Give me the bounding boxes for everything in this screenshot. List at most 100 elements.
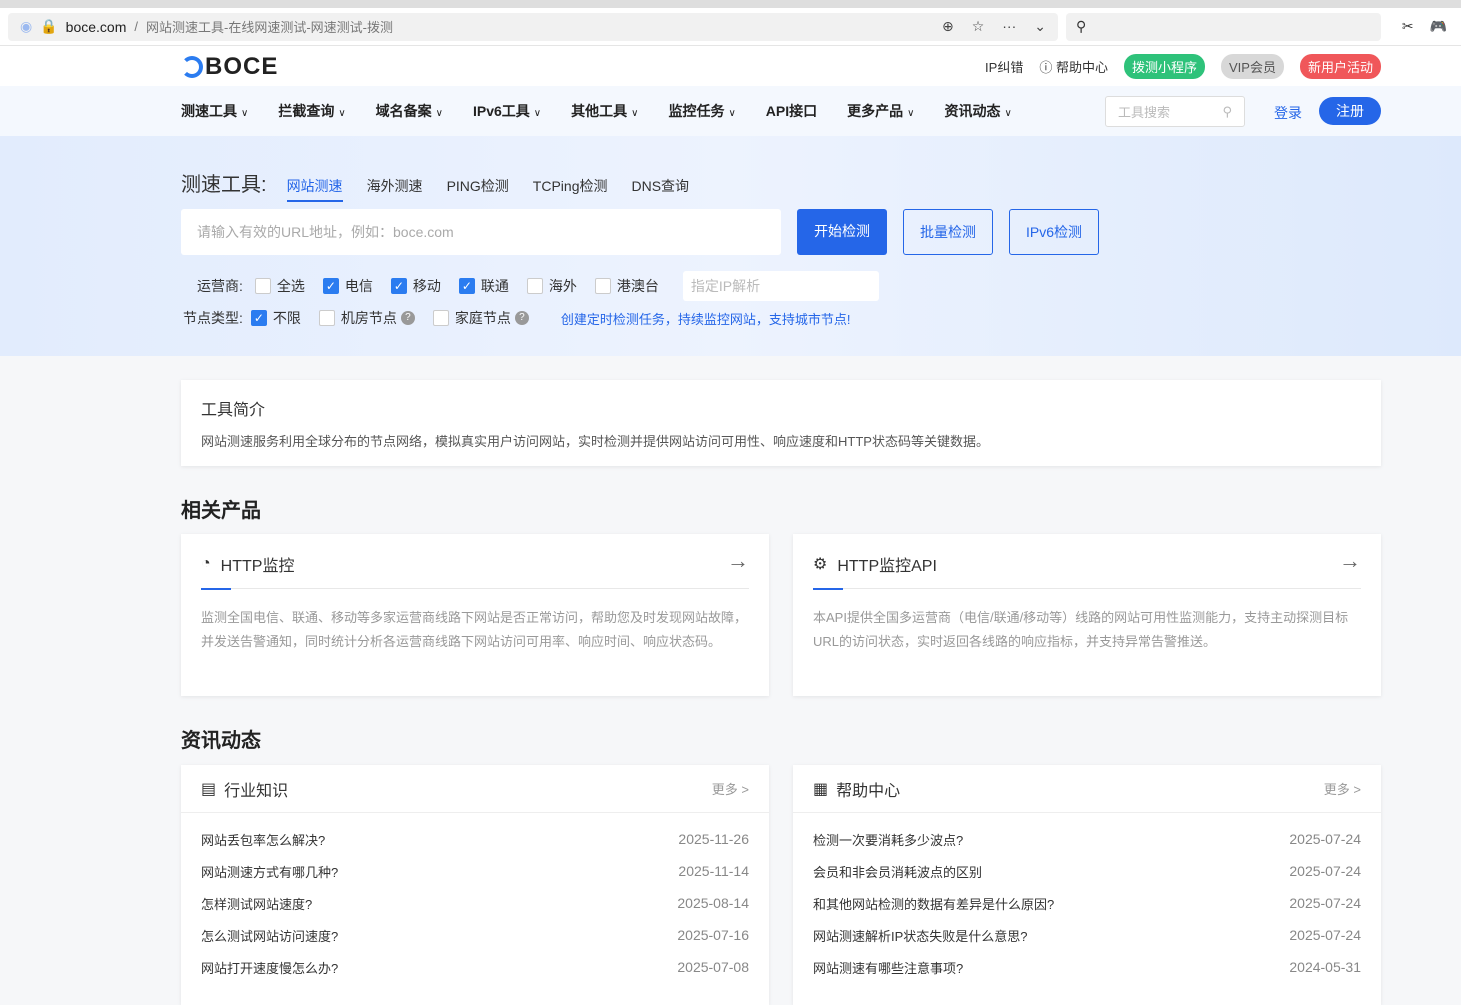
document-icon: ▦: [813, 779, 828, 799]
help-icon[interactable]: ?: [515, 311, 529, 325]
more-icon[interactable]: ···: [1002, 18, 1016, 35]
news-date: 2025-07-16: [677, 927, 749, 943]
nav-speed-tools[interactable]: 测速工具∨: [181, 101, 248, 121]
ip-correction-link[interactable]: IP纠错: [985, 57, 1023, 76]
logo[interactable]: BOCE: [181, 53, 278, 81]
isp-overseas-checkbox[interactable]: 海外: [527, 276, 577, 296]
url-input[interactable]: 请输入有效的URL地址，例如：boce.com: [181, 209, 781, 255]
tab-tcping[interactable]: TCPing检测: [533, 176, 608, 196]
tab-ping[interactable]: PING检测: [447, 176, 509, 196]
address-bar[interactable]: ◉ 🔒 boce.com / 网站测速工具-在线网速测试-网速测试-拨测 ⊕☆·…: [8, 13, 1058, 41]
help-date: 2025-07-24: [1289, 831, 1361, 847]
vip-button[interactable]: VIP会员: [1221, 54, 1284, 79]
main-nav: 测速工具∨ 拦截查询∨ 域名备案∨ IPv6工具∨ 其他工具∨ 监控任务∨ AP…: [0, 86, 1461, 136]
arrow-right-icon[interactable]: →: [1339, 548, 1361, 574]
help-title: 会员和非会员消耗波点的区别: [813, 862, 982, 881]
product-card-http-monitor[interactable]: ◔HTTP监控 → 监测全国电信、联通、移动等多家运营商线路下网站是否正常访问，…: [181, 534, 769, 696]
chevron-down-icon[interactable]: ⌄: [1034, 18, 1046, 35]
ipv6-test-button[interactable]: IPv6检测: [1009, 209, 1099, 255]
scissors-icon[interactable]: ✂: [1402, 18, 1414, 35]
star-icon[interactable]: ☆: [972, 18, 985, 35]
intro-card: 工具简介 网站测速服务利用全球分布的节点网络，模拟真实用户访问网站，实时检测并提…: [181, 380, 1381, 466]
help-title: 网站测速解析IP状态失败是什么意思?: [813, 926, 1028, 945]
new-user-button[interactable]: 新用户活动: [1300, 54, 1381, 79]
nav-label: IPv6工具: [473, 103, 530, 119]
login-link[interactable]: 登录: [1274, 103, 1302, 123]
node-home-checkbox[interactable]: 家庭节点?: [433, 308, 529, 328]
tool-search-placeholder: 工具搜索: [1118, 102, 1170, 121]
news-item[interactable]: 怎么测试网站访问速度? 2025-07-16: [181, 919, 769, 951]
product-desc: 本API提供全国多运营商（电信/联通/移动等）线路的网站可用性监测能力，支持主动…: [813, 606, 1361, 654]
tab-dns[interactable]: DNS查询: [631, 176, 689, 196]
nav-label: 监控任务: [668, 103, 724, 119]
nav-block-query[interactable]: 拦截查询∨: [278, 101, 345, 121]
product-title: HTTP监控: [221, 552, 295, 576]
isp-all-checkbox[interactable]: 全选: [255, 276, 305, 296]
nav-label: 其他工具: [571, 103, 627, 119]
nav-news[interactable]: 资讯动态∨: [944, 101, 1011, 121]
miniapp-button[interactable]: 拨测小程序: [1124, 54, 1205, 79]
address-title: 网站测速工具-在线网速测试-网速测试-拨测: [146, 17, 393, 36]
nav-api[interactable]: API接口: [766, 101, 817, 121]
related-products-heading: 相关产品: [181, 494, 261, 523]
node-any-checkbox[interactable]: ✓不限: [251, 308, 301, 328]
help-item[interactable]: 和其他网站检测的数据有差异是什么原因?2025-07-24: [793, 887, 1381, 919]
search-icon: ⚲: [1076, 18, 1086, 35]
news-item[interactable]: 怎样测试网站速度?2025-08-14: [181, 887, 769, 919]
help-icon: ⓘ: [1039, 60, 1052, 75]
isp-hkmotw-checkbox[interactable]: 港澳台: [595, 276, 659, 296]
isp-mobile-checkbox[interactable]: ✓移动: [391, 276, 441, 296]
help-item[interactable]: 网站测速有哪些注意事项?2024-05-31: [793, 951, 1381, 983]
start-test-button[interactable]: 开始检测: [797, 209, 887, 255]
register-button[interactable]: 注册: [1319, 97, 1381, 125]
help-date: 2025-07-24: [1289, 927, 1361, 943]
nav-monitor[interactable]: 监控任务∨: [668, 101, 735, 121]
specify-ip-input[interactable]: 指定IP解析: [683, 271, 879, 301]
news-item[interactable]: 网站打开速度慢怎么办?2025-07-08: [181, 951, 769, 983]
option-label: 港澳台: [617, 276, 659, 296]
address-domain: boce.com: [66, 19, 127, 35]
nav-domain-icp[interactable]: 域名备案∨: [376, 101, 443, 121]
node-type-label: 节点类型:: [183, 308, 243, 328]
option-label: 不限: [273, 308, 301, 328]
isp-unicom-checkbox[interactable]: ✓联通: [459, 276, 509, 296]
tool-search-input[interactable]: 工具搜索⚲: [1105, 96, 1245, 127]
nav-ipv6[interactable]: IPv6工具∨: [473, 101, 541, 121]
tab-website-speed[interactable]: 网站测速: [287, 176, 343, 202]
site-topbar: BOCE IP纠错 ⓘ 帮助中心 拨测小程序 VIP会员 新用户活动: [0, 46, 1461, 86]
help-item[interactable]: 检测一次要消耗多少波点?2025-07-24: [793, 823, 1381, 855]
nav-label: 资讯动态: [944, 103, 1000, 119]
more-link[interactable]: 更多 >: [712, 779, 749, 798]
help-center-link[interactable]: ⓘ 帮助中心: [1039, 57, 1108, 76]
news-heading: 资讯动态: [181, 724, 261, 753]
nav-other-tools[interactable]: 其他工具∨: [571, 101, 638, 121]
browser-search[interactable]: ⚲: [1066, 13, 1381, 41]
news-item[interactable]: 网站丢包率怎么解决?2025-11-26: [181, 823, 769, 855]
monitor-promo-link[interactable]: 创建定时检测任务，持续监控网站，支持城市节点!: [561, 309, 851, 328]
help-icon[interactable]: ?: [401, 311, 415, 325]
option-label: 移动: [413, 276, 441, 296]
product-desc: 监测全国电信、联通、移动等多家运营商线路下网站是否正常访问，帮助您及时发现网站故…: [201, 606, 749, 654]
option-label: 家庭节点: [455, 308, 511, 328]
news-item[interactable]: 网站测速方式有哪几种?2025-11-14: [181, 855, 769, 887]
arrow-right-icon[interactable]: →: [727, 548, 749, 574]
speed-test-panel: 测速工具: 网站测速 海外测速 PING检测 TCPing检测 DNS查询 请输…: [0, 136, 1461, 356]
industry-news-card: ▤行业知识更多 > 网站丢包率怎么解决?2025-11-26 网站测速方式有哪几…: [181, 765, 769, 1005]
nav-more-products[interactable]: 更多产品∨: [847, 101, 914, 121]
news-title: 网站丢包率怎么解决?: [201, 830, 325, 849]
help-item[interactable]: 会员和非会员消耗波点的区别2025-07-24: [793, 855, 1381, 887]
news-date: 2025-07-08: [677, 959, 749, 975]
nav-label: 域名备案: [376, 103, 432, 119]
more-link[interactable]: 更多 >: [1324, 779, 1361, 798]
tab-overseas-speed[interactable]: 海外测速: [367, 176, 423, 196]
batch-test-button[interactable]: 批量检测: [903, 209, 993, 255]
news-title: 怎么测试网站访问速度?: [201, 926, 338, 945]
isp-telecom-checkbox[interactable]: ✓电信: [323, 276, 373, 296]
node-idc-checkbox[interactable]: 机房节点?: [319, 308, 415, 328]
intro-text: 网站测速服务利用全球分布的节点网络，模拟真实用户访问网站，实时检测并提供网站访问…: [201, 431, 989, 450]
bulb-icon[interactable]: ⊕: [942, 18, 954, 35]
product-card-http-api[interactable]: ⚙HTTP监控API → 本API提供全国多运营商（电信/联通/移动等）线路的网…: [793, 534, 1381, 696]
help-item[interactable]: 网站测速解析IP状态失败是什么意思? 2025-07-24: [793, 919, 1381, 951]
help-center-label: 帮助中心: [1056, 60, 1108, 75]
game-icon[interactable]: 🎮: [1430, 18, 1447, 35]
